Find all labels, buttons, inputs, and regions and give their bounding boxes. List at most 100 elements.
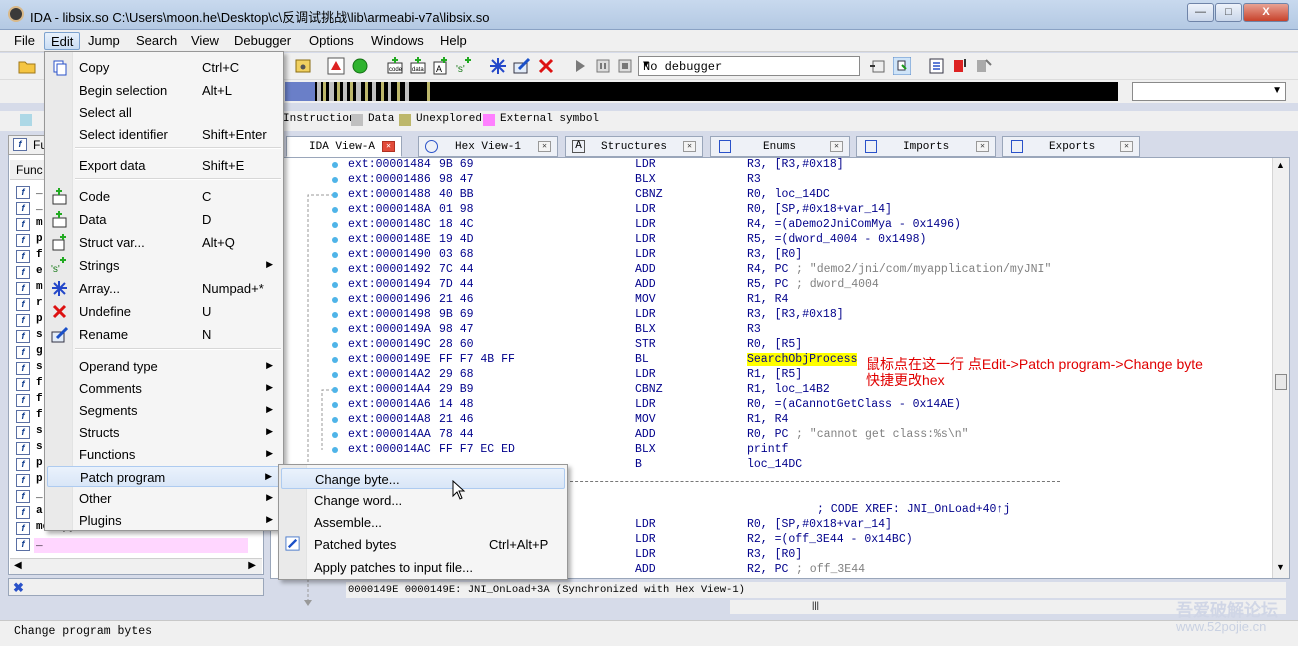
breakpoint-dot[interactable] (332, 387, 338, 393)
menu-edit[interactable]: Edit (44, 32, 81, 50)
code-icon[interactable]: code (386, 57, 404, 75)
menu-help[interactable]: Help (434, 32, 473, 50)
data-icon[interactable]: data (409, 57, 427, 75)
tab-hex-view-1[interactable]: Hex View-1 ✕ (418, 136, 558, 157)
breakpoint-dot[interactable] (332, 267, 338, 273)
breakpoint-dot[interactable] (332, 357, 338, 363)
code-line[interactable]: ext:00001496 21 46 MOV R1, R4 (348, 293, 1268, 308)
stop-triangle-icon[interactable] (327, 57, 345, 75)
menu-item-undefine[interactable]: Undefine U (47, 301, 281, 322)
breakpoint-dot[interactable] (332, 342, 338, 348)
function-list-item[interactable]: a (36, 505, 43, 517)
tab-structures[interactable]: A Structures ✕ (565, 136, 703, 157)
code-line[interactable]: ext:000014AC FF F7 EC ED BLX printf (348, 443, 1268, 458)
close-button[interactable]: X (1243, 3, 1289, 22)
function-list-item[interactable]: _ (36, 489, 43, 501)
breakpoint-dot[interactable] (332, 237, 338, 243)
menu-item-code[interactable]: Code C (47, 186, 281, 207)
menu-windows[interactable]: Windows (365, 32, 430, 50)
play-icon[interactable] (571, 57, 589, 75)
debug-attach-icon[interactable] (869, 57, 887, 75)
strings-icon[interactable]: 's' (455, 57, 473, 75)
close-search-icon[interactable]: ✖ (13, 580, 24, 596)
menu-item-other[interactable]: Other ▶ (47, 488, 281, 509)
array-icon[interactable] (489, 57, 507, 75)
minimize-button[interactable]: — (1187, 3, 1214, 22)
close-icon[interactable]: ✕ (1120, 141, 1133, 152)
code-line[interactable]: ext:00001484 9B 69 LDR R3, [R3,#0x18] (348, 158, 1268, 173)
scroll-thumb[interactable] (1275, 374, 1287, 390)
menu-item-patch-program[interactable]: Patch program ▶ (47, 466, 281, 487)
close-icon[interactable]: ✕ (538, 141, 551, 152)
function-list-item[interactable]: e (36, 265, 43, 277)
function-list-item[interactable]: m (36, 217, 43, 229)
function-list-item[interactable]: m (36, 281, 43, 293)
segment-select[interactable]: ▼ (1132, 82, 1286, 101)
breakpoint-dot[interactable] (332, 447, 338, 453)
scroll-grip-icon[interactable]: ||| (812, 600, 819, 610)
menu-item-functions[interactable]: Functions ▶ (47, 444, 281, 465)
code-line[interactable]: ext:000014AA 78 44 ADD R0, PC ; "cannot get … (348, 428, 1268, 443)
menu-item-operand-type[interactable]: Operand type ▶ (47, 356, 281, 377)
functions-horizontal-scrollbar[interactable]: ◀ ▶ (10, 558, 262, 574)
tab-exports[interactable]: Exports ✕ (1002, 136, 1140, 157)
code-line[interactable]: ext:00001486 98 47 BLX R3 (348, 173, 1268, 188)
breakpoint-dot[interactable] (332, 312, 338, 318)
code-line[interactable]: ext:00001490 03 68 LDR R3, [R0] (348, 248, 1268, 263)
breakpoint-dot[interactable] (332, 252, 338, 258)
function-list-item[interactable]: p (36, 473, 43, 485)
struct-var-icon[interactable]: A (432, 57, 450, 75)
function-list-item[interactable]: s (36, 425, 43, 437)
function-list-item[interactable]: p (36, 457, 43, 469)
menu-debugger[interactable]: Debugger (228, 32, 297, 50)
debugger-select[interactable]: No debugger ▼ (638, 56, 860, 76)
submenu-item-change-word[interactable]: Change word... (281, 490, 565, 511)
function-list-item[interactable]: _ (36, 201, 43, 213)
tab-enums[interactable]: Enums ✕ (710, 136, 850, 157)
green-circle-icon[interactable] (351, 57, 369, 75)
code-line[interactable]: ext:00001488 40 BB CBNZ R0, loc_14DC (348, 188, 1268, 203)
open-folder-icon[interactable] (18, 57, 36, 75)
menu-item-structs[interactable]: Structs ▶ (47, 422, 281, 443)
code-line[interactable]: ext:0000148E 19 4D LDR R5, =(dword_4004 - 0… (348, 233, 1268, 248)
menu-item-export-data[interactable]: Export data Shift+E (47, 155, 281, 176)
tracing-icon[interactable] (974, 57, 992, 75)
menu-item-plugins[interactable]: Plugins ▶ (47, 510, 281, 531)
rename-icon[interactable] (513, 57, 531, 75)
code-line[interactable]: ext:0000148C 18 4C LDR R4, =(aDemo2JniComMy… (348, 218, 1268, 233)
menu-item-comments[interactable]: Comments ▶ (47, 378, 281, 399)
tab-imports[interactable]: Imports ✕ (856, 136, 996, 157)
close-icon[interactable]: ✕ (382, 141, 395, 152)
disassembly-vertical-scrollbar[interactable]: ▲ ▼ (1272, 158, 1289, 578)
code-line[interactable]: ext:00001492 7C 44 ADD R4, PC ; "demo2/jni/c… (348, 263, 1268, 278)
list-icon[interactable] (928, 57, 946, 75)
function-list-item[interactable]: f (36, 249, 43, 261)
breakpoint-dot[interactable] (332, 372, 338, 378)
scroll-right-icon[interactable]: ▶ (248, 560, 256, 571)
submenu-item-assemble[interactable]: Assemble... (281, 512, 565, 533)
submenu-item-patched-bytes[interactable]: Patched bytes Ctrl+Alt+P (281, 534, 565, 555)
scroll-down-icon[interactable]: ▼ (1276, 562, 1285, 572)
menu-view[interactable]: View (185, 32, 225, 50)
code-line[interactable]: ext:000014A6 14 48 LDR R0, =(aCannotGetClas… (348, 398, 1268, 413)
function-list-item[interactable]: s (36, 361, 43, 373)
breakpoint-dot[interactable] (332, 432, 338, 438)
code-line[interactable]: ext:0000149A 98 47 BLX R3 (348, 323, 1268, 338)
menu-file[interactable]: File (8, 32, 41, 50)
debug-step-icon[interactable] (893, 57, 911, 75)
navigation-band[interactable] (285, 82, 1118, 101)
submenu-item-apply-patches-to-input-file[interactable]: Apply patches to input file... (281, 557, 565, 578)
code-line[interactable]: ext:00001494 7D 44 ADD R5, PC ; dword_4004 (348, 278, 1268, 293)
menu-item-select-identifier[interactable]: Select identifier Shift+Enter (47, 124, 281, 145)
function-list-item[interactable]: g (36, 345, 43, 357)
menu-item-struct-var[interactable]: Struct var... Alt+Q (47, 232, 281, 253)
breakpoint-dot[interactable] (332, 282, 338, 288)
menu-options[interactable]: Options (303, 32, 360, 50)
function-list-item[interactable]: p (36, 233, 43, 245)
menu-jump[interactable]: Jump (82, 32, 126, 50)
menu-item-array[interactable]: Array... Numpad+* (47, 278, 281, 299)
breakpoint-dot[interactable] (332, 162, 338, 168)
function-list-item[interactable]: _ (36, 537, 43, 549)
breakpoint-dot[interactable] (332, 207, 338, 213)
menu-search[interactable]: Search (130, 32, 183, 50)
